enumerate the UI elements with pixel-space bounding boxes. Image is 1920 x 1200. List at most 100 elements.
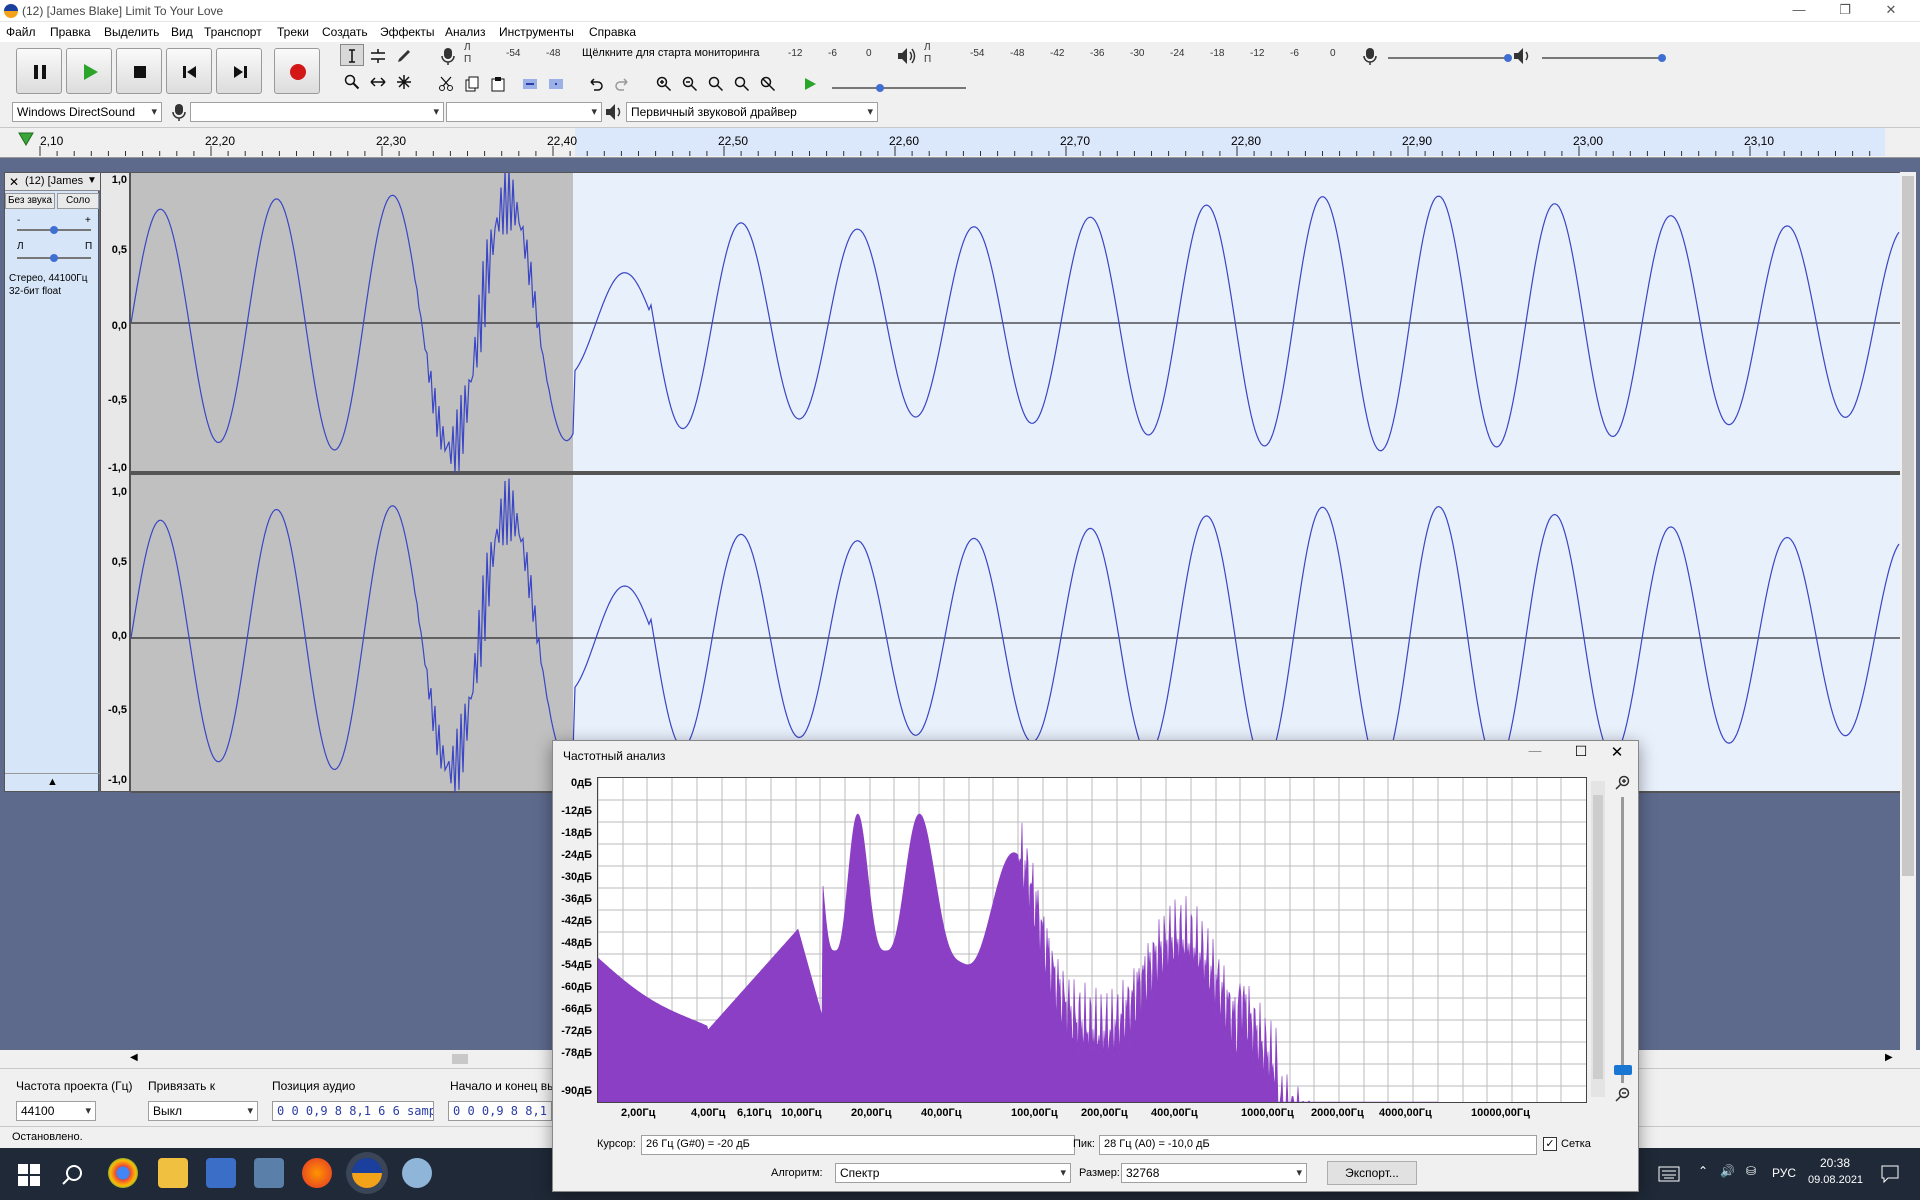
search-icon[interactable] (62, 1164, 84, 1186)
cut-button[interactable] (434, 72, 458, 94)
close-track-icon[interactable]: ✕ (9, 175, 19, 189)
scroll-left-icon[interactable]: ◀ (130, 1052, 138, 1063)
record-button[interactable] (274, 48, 320, 94)
chevron-up-icon[interactable]: ⌃ (1698, 1164, 1708, 1178)
export-button[interactable]: Экспорт... (1327, 1161, 1417, 1185)
waveform-view[interactable] (130, 167, 1900, 795)
language-indicator[interactable]: РУС (1772, 1166, 1796, 1180)
record-meter-icon[interactable] (438, 46, 458, 66)
network-icon[interactable]: ⛁ (1746, 1164, 1756, 1178)
chevron-down-icon[interactable]: ▼ (87, 175, 97, 186)
time-shift-tool[interactable] (366, 70, 390, 92)
play-meter[interactable]: Л П -54 -48 -42 -36 -30 -24 -18 -12 -6 0 (922, 42, 1342, 66)
menu-view[interactable]: Вид (171, 25, 193, 39)
monitoring-hint[interactable]: Щёлкните для старта мониторинга (582, 47, 759, 59)
record-volume-slider[interactable] (1388, 54, 1512, 62)
save-disk-icon[interactable] (206, 1158, 236, 1188)
play-button[interactable] (66, 48, 112, 94)
project-rate-select[interactable]: 44100 (16, 1101, 96, 1121)
pause-button[interactable] (16, 48, 62, 94)
gain-slider[interactable] (17, 226, 91, 234)
mute-button[interactable]: Без звука (5, 193, 55, 209)
close-icon[interactable]: ✕ (1599, 743, 1635, 767)
zoom-in-icon[interactable] (1615, 775, 1631, 791)
playback-device-select[interactable]: Первичный звуковой драйвер (626, 102, 878, 122)
file-explorer-icon[interactable] (158, 1158, 188, 1188)
solo-button[interactable]: Соло (57, 193, 99, 209)
envelope-tool[interactable] (366, 44, 390, 66)
zoom-out-button[interactable] (678, 72, 702, 94)
menu-help[interactable]: Справка (589, 25, 636, 39)
play-speed-slider[interactable] (832, 84, 966, 92)
notification-icon[interactable] (1880, 1164, 1900, 1184)
selection-start-field[interactable]: 0 0 0,9 8 8,1 6 6 s (448, 1101, 552, 1121)
clock-date[interactable]: 09.08.2021 (1808, 1174, 1863, 1186)
windows-start-icon[interactable] (18, 1164, 40, 1186)
scrollbar-thumb[interactable] (452, 1054, 468, 1064)
track-name-button[interactable]: (12) [James (5, 173, 100, 191)
slider-thumb[interactable] (1658, 54, 1666, 62)
zoom-out-icon[interactable] (1615, 1087, 1631, 1103)
silence-button[interactable] (544, 72, 568, 94)
zoom-toggle-button[interactable] (756, 72, 780, 94)
recording-channels-select[interactable] (446, 102, 602, 122)
menu-transport[interactable]: Транспорт (204, 25, 262, 39)
restore-icon[interactable]: ❐ (1822, 0, 1868, 22)
menu-select[interactable]: Выделить (104, 25, 159, 39)
draw-tool[interactable] (392, 44, 416, 66)
fit-selection-button[interactable] (704, 72, 728, 94)
scrollbar-thumb[interactable] (1902, 176, 1914, 876)
audacity-taskbar-icon[interactable] (352, 1158, 382, 1188)
volume-icon[interactable]: 🔊 (1720, 1164, 1735, 1178)
spectrum-plot[interactable] (597, 777, 1587, 1103)
snap-select[interactable]: Выкл (148, 1101, 258, 1121)
close-icon[interactable]: ✕ (1868, 0, 1914, 22)
audio-host-select[interactable]: Windows DirectSound (12, 102, 162, 122)
playback-volume-slider[interactable] (1542, 54, 1666, 62)
vertical-zoom-slider[interactable] (1621, 797, 1624, 1083)
grid-checkbox[interactable]: ✓ (1543, 1137, 1557, 1151)
chrome-icon[interactable] (108, 1158, 138, 1188)
menu-analyze[interactable]: Анализ (445, 25, 486, 39)
record-meter[interactable]: Л П -54 -48 Щёлкните для старта монитори… (462, 42, 882, 66)
plot-vertical-scrollbar[interactable] (1591, 781, 1605, 1097)
clock-time[interactable]: 20:38 (1820, 1156, 1850, 1170)
menu-tracks[interactable]: Треки (277, 25, 309, 39)
stop-button[interactable] (116, 48, 162, 94)
scrollbar-thumb[interactable] (1593, 795, 1603, 1079)
play-head-icon[interactable] (18, 132, 34, 146)
selection-tool[interactable] (340, 44, 364, 66)
size-select[interactable]: 32768 (1121, 1163, 1307, 1183)
slider-thumb[interactable] (50, 226, 58, 234)
slider-thumb[interactable] (876, 84, 884, 92)
copy-button[interactable] (460, 72, 484, 94)
pan-slider[interactable] (17, 254, 91, 262)
minimize-icon[interactable]: — (1517, 743, 1553, 767)
menu-file[interactable]: Файл (6, 25, 36, 39)
paste-button[interactable] (486, 72, 510, 94)
audio-position-field[interactable]: 0 0 0,9 8 8,1 6 6 samples (272, 1101, 434, 1121)
slider-thumb[interactable] (1614, 1065, 1632, 1075)
play-at-speed-button[interactable] (798, 72, 822, 94)
slider-thumb[interactable] (1504, 54, 1512, 62)
zoom-in-button[interactable] (652, 72, 676, 94)
vertical-scrollbar[interactable] (1900, 172, 1916, 1052)
keyboard-icon[interactable] (1658, 1166, 1680, 1182)
multi-tool[interactable] (392, 70, 416, 92)
slider-thumb[interactable] (50, 254, 58, 262)
menu-tools[interactable]: Инструменты (499, 25, 574, 39)
algorithm-select[interactable]: Спектр (835, 1163, 1071, 1183)
scroll-right-icon[interactable]: ▶ (1885, 1052, 1893, 1063)
collapse-track-icon[interactable]: ▲ (5, 773, 100, 791)
maximize-icon[interactable]: ☐ (1563, 743, 1599, 767)
skip-to-end-button[interactable] (216, 48, 262, 94)
redo-button[interactable] (610, 72, 634, 94)
zoom-tool[interactable] (340, 70, 364, 92)
trim-button[interactable] (518, 72, 542, 94)
menu-effects[interactable]: Эффекты (380, 25, 435, 39)
recording-device-select[interactable] (190, 102, 444, 122)
calculator-icon[interactable] (254, 1158, 284, 1188)
timeline-ruler[interactable]: 2,10 22,20 22,30 22,40 22,50 22,60 22,70… (0, 128, 1920, 158)
firefox-icon[interactable] (302, 1158, 332, 1188)
fit-project-button[interactable] (730, 72, 754, 94)
